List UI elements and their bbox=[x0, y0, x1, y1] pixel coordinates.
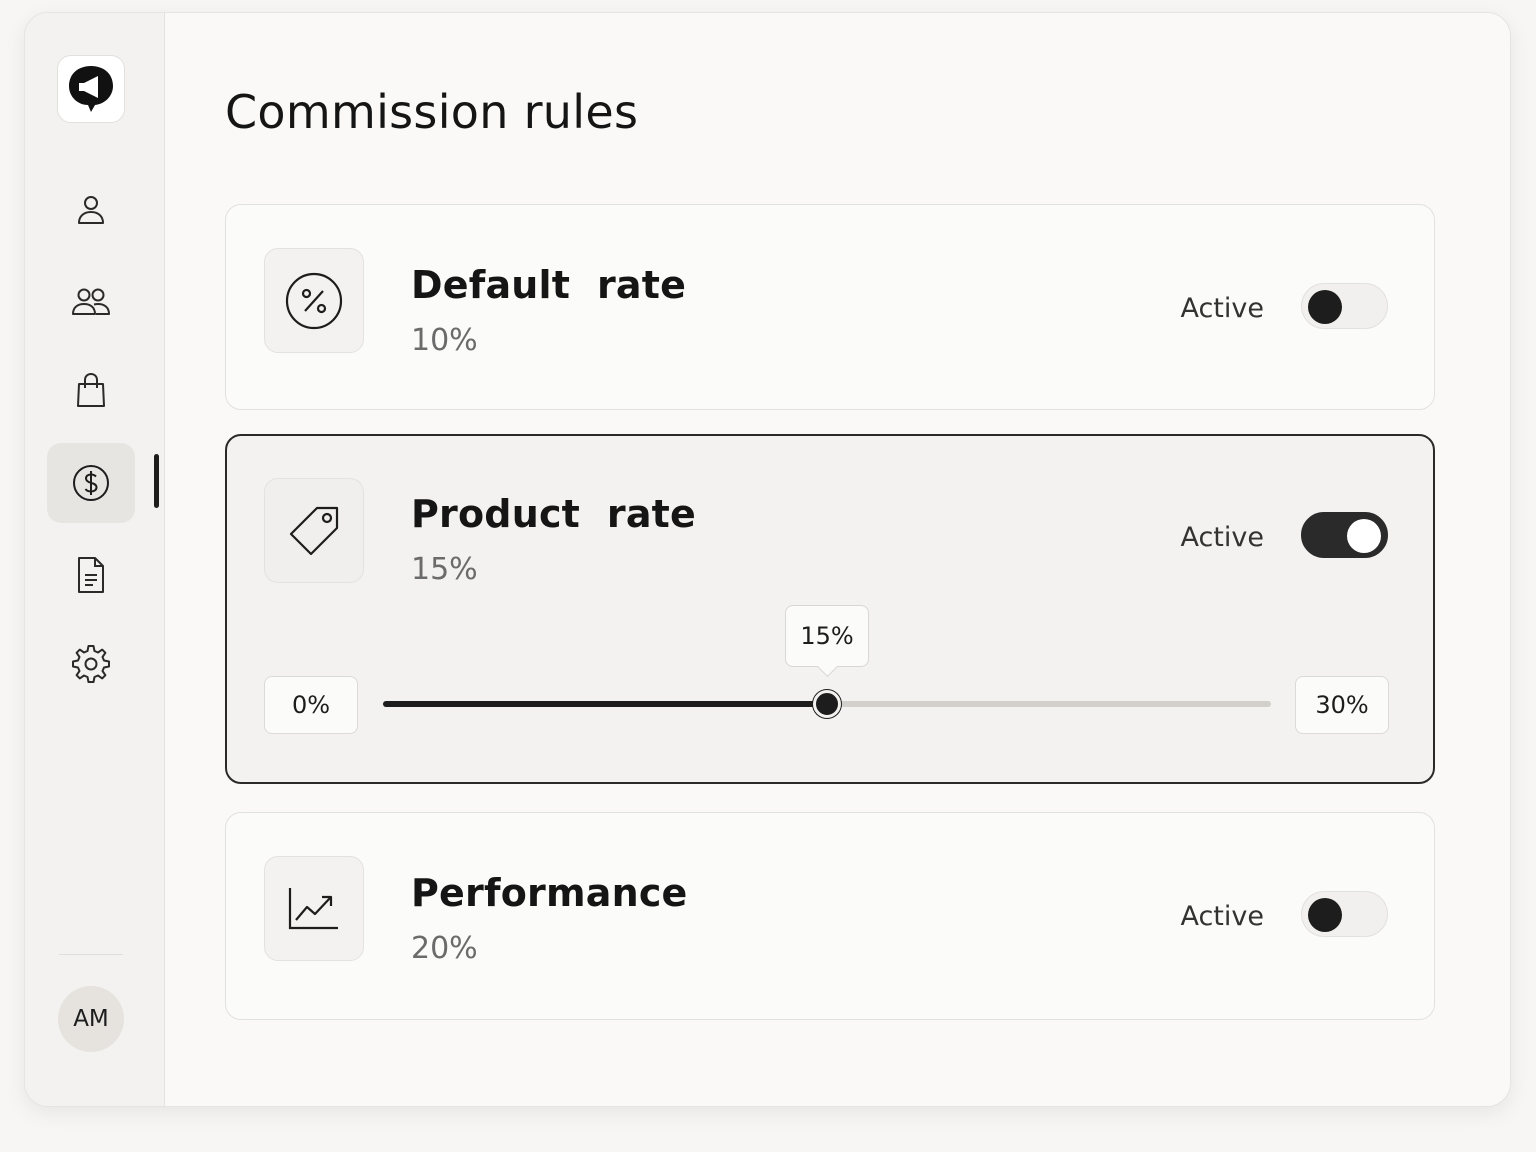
dollar-circle-icon bbox=[73, 465, 109, 501]
active-toggle[interactable] bbox=[1301, 512, 1388, 558]
sidebar-item-team[interactable] bbox=[47, 261, 135, 341]
document-icon bbox=[78, 557, 104, 593]
app-window: AM Commission rules Default rate 10% Act… bbox=[24, 12, 1511, 1107]
active-nav-indicator bbox=[154, 454, 159, 508]
commission-slider[interactable]: 15% bbox=[383, 605, 1271, 718]
slider-fill bbox=[383, 701, 827, 707]
rule-icon-box bbox=[264, 856, 364, 961]
rule-title: Default rate bbox=[411, 263, 687, 307]
app-logo[interactable] bbox=[57, 55, 125, 123]
rule-title: Performance bbox=[411, 871, 688, 915]
status-label: Active bbox=[1180, 901, 1264, 932]
percent-circle-icon bbox=[285, 272, 343, 329]
slider-max-label: 30% bbox=[1295, 676, 1389, 734]
slider-thumb[interactable] bbox=[813, 690, 841, 718]
toggle-knob bbox=[1347, 519, 1381, 553]
user-icon bbox=[78, 196, 104, 224]
sidebar-item-profile[interactable] bbox=[47, 169, 135, 249]
active-toggle[interactable] bbox=[1301, 891, 1388, 937]
rule-value: 20% bbox=[411, 931, 478, 966]
toggle-knob bbox=[1308, 290, 1342, 324]
sidebar-item-products[interactable] bbox=[47, 350, 135, 430]
megaphone-icon bbox=[69, 66, 113, 112]
status-label: Active bbox=[1180, 293, 1264, 324]
users-icon bbox=[72, 288, 110, 315]
tag-icon bbox=[289, 506, 339, 555]
rule-value: 15% bbox=[411, 552, 478, 587]
slider-value-tooltip: 15% bbox=[785, 605, 869, 667]
rule-icon-box bbox=[264, 478, 364, 583]
sidebar-item-reports[interactable] bbox=[47, 535, 135, 615]
sidebar-item-commissions[interactable] bbox=[47, 443, 135, 523]
status-label: Active bbox=[1180, 522, 1264, 553]
rule-card-default-rate[interactable]: Default rate 10% Active bbox=[225, 204, 1435, 410]
avatar[interactable]: AM bbox=[58, 986, 124, 1052]
rule-card-product-rate[interactable]: Product rate 15% Active 0% 15% 30% bbox=[225, 434, 1435, 784]
page-title: Commission rules bbox=[225, 85, 639, 139]
rule-title: Product rate bbox=[411, 492, 697, 536]
sidebar-divider bbox=[59, 954, 123, 955]
gear-icon bbox=[72, 645, 110, 683]
sidebar-item-settings[interactable] bbox=[47, 624, 135, 704]
shopping-bag-icon bbox=[77, 372, 105, 407]
slider-min-label: 0% bbox=[264, 676, 358, 734]
avatar-initials: AM bbox=[73, 1006, 109, 1032]
sidebar: AM bbox=[25, 13, 165, 1106]
trend-chart-icon bbox=[288, 887, 338, 929]
rule-icon-box bbox=[264, 248, 364, 353]
rule-value: 10% bbox=[411, 323, 478, 358]
toggle-knob bbox=[1308, 898, 1342, 932]
active-toggle[interactable] bbox=[1301, 283, 1388, 329]
rule-card-performance[interactable]: Performance 20% Active bbox=[225, 812, 1435, 1020]
